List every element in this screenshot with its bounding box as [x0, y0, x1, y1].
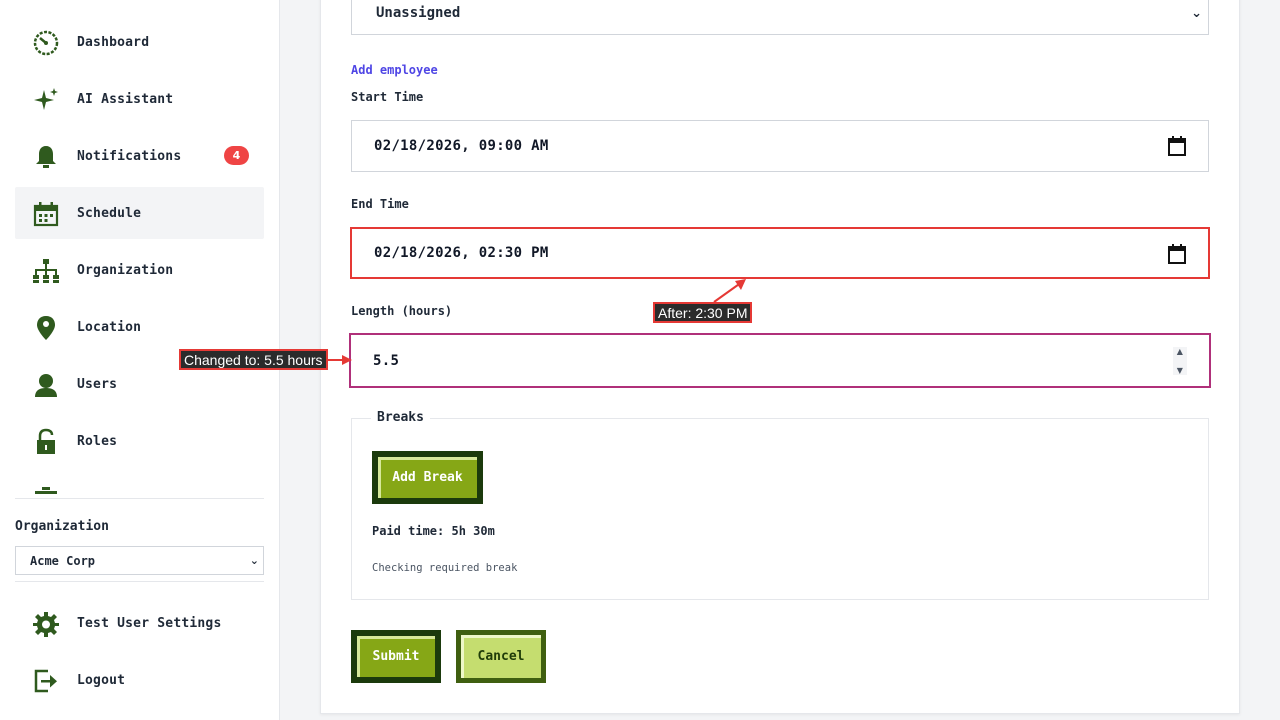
lock-icon	[31, 427, 61, 457]
end-time-value: 02/18/2026, 02:30 PM	[374, 245, 549, 261]
sidebar-item-label: Location	[77, 319, 142, 335]
sidebar-item-logout[interactable]: Logout	[15, 654, 264, 706]
sidebar-item-more[interactable]	[15, 472, 264, 494]
organization-select[interactable]: Acme Corp ⌄	[15, 546, 264, 575]
sidebar-item-label: Users	[77, 376, 118, 392]
break-check-status: Checking required break	[372, 562, 518, 574]
add-employee-link[interactable]: Add employee	[351, 63, 438, 77]
sidebar-item-label: AI Assistant	[77, 91, 174, 107]
paid-time-text: Paid time: 5h 30m	[372, 524, 495, 538]
spinner-up-icon[interactable]: ▲	[1177, 347, 1183, 356]
sidebar-item-notifications[interactable]: Notifications 4	[15, 130, 264, 182]
logout-icon	[31, 666, 61, 696]
sidebar-item-label: Dashboard	[77, 34, 150, 50]
calendar-picker-icon[interactable]	[1168, 244, 1186, 264]
cancel-button[interactable]: Cancel	[456, 630, 546, 683]
briefcase-icon	[31, 484, 61, 494]
organization-label: Organization	[15, 519, 109, 534]
notification-count-badge: 4	[224, 146, 249, 165]
sidebar-item-location[interactable]: Location	[15, 301, 264, 353]
number-spinner[interactable]: ▲ ▼	[1173, 347, 1187, 375]
length-hours-value: 5.5	[373, 352, 400, 369]
breaks-legend: Breaks	[371, 410, 430, 425]
calendar-picker-icon[interactable]	[1168, 136, 1186, 156]
start-time-label: Start Time	[351, 90, 424, 104]
user-icon	[31, 370, 61, 400]
employee-select-value: Unassigned	[376, 4, 461, 21]
spinner-down-icon[interactable]: ▼	[1177, 366, 1183, 375]
org-chart-icon	[31, 256, 61, 286]
bell-icon	[31, 142, 61, 172]
sidebar-item-label: Test User Settings	[77, 615, 222, 631]
length-annotation: Changed to: 5.5 hours	[179, 349, 328, 370]
sidebar-item-label: Roles	[77, 433, 118, 449]
location-pin-icon	[31, 313, 61, 343]
gear-icon	[31, 609, 61, 639]
sidebar-item-label: Schedule	[77, 205, 142, 221]
sidebar-item-schedule[interactable]: Schedule	[15, 187, 264, 239]
start-time-value: 02/18/2026, 09:00 AM	[374, 138, 549, 154]
sidebar-nav: Dashboard AI Assistant Notifications 4 S…	[15, 0, 264, 494]
sidebar-item-roles[interactable]: Roles	[15, 415, 264, 467]
chevron-down-icon: ⌄	[249, 554, 259, 567]
sidebar-item-organization[interactable]: Organization	[15, 244, 264, 296]
sidebar-item-label: Organization	[77, 262, 174, 278]
sidebar-divider	[15, 498, 264, 499]
end-time-input[interactable]: 02/18/2026, 02:30 PM	[350, 227, 1210, 279]
sidebar-divider	[15, 581, 264, 582]
sidebar-item-settings[interactable]: Test User Settings	[15, 597, 264, 649]
start-time-input[interactable]: 02/18/2026, 09:00 AM	[351, 120, 1209, 172]
submit-button-label: Submit	[372, 649, 420, 664]
sparkle-icon	[31, 85, 61, 115]
length-label: Length (hours)	[351, 304, 453, 318]
sidebar-item-ai-assistant[interactable]: AI Assistant	[15, 73, 264, 125]
add-break-button[interactable]: Add Break	[372, 451, 483, 504]
add-break-button-label: Add Break	[392, 470, 463, 485]
sidebar-item-label: Logout	[77, 672, 126, 688]
sidebar-item-dashboard[interactable]: Dashboard	[15, 16, 264, 68]
cancel-button-label: Cancel	[477, 649, 525, 664]
end-time-annotation: After: 2:30 PM	[653, 302, 753, 323]
submit-button[interactable]: Submit	[351, 630, 441, 683]
chevron-down-icon: ⌄	[1191, 6, 1202, 21]
dashboard-icon	[31, 28, 61, 58]
organization-select-value: Acme Corp	[30, 553, 96, 568]
employee-select[interactable]: Unassigned ⌄	[351, 0, 1209, 35]
calendar-icon	[31, 199, 61, 229]
length-hours-input[interactable]: 5.5 ▲ ▼	[349, 333, 1211, 388]
end-time-label: End Time	[351, 197, 409, 211]
sidebar-item-label: Notifications	[77, 148, 182, 164]
